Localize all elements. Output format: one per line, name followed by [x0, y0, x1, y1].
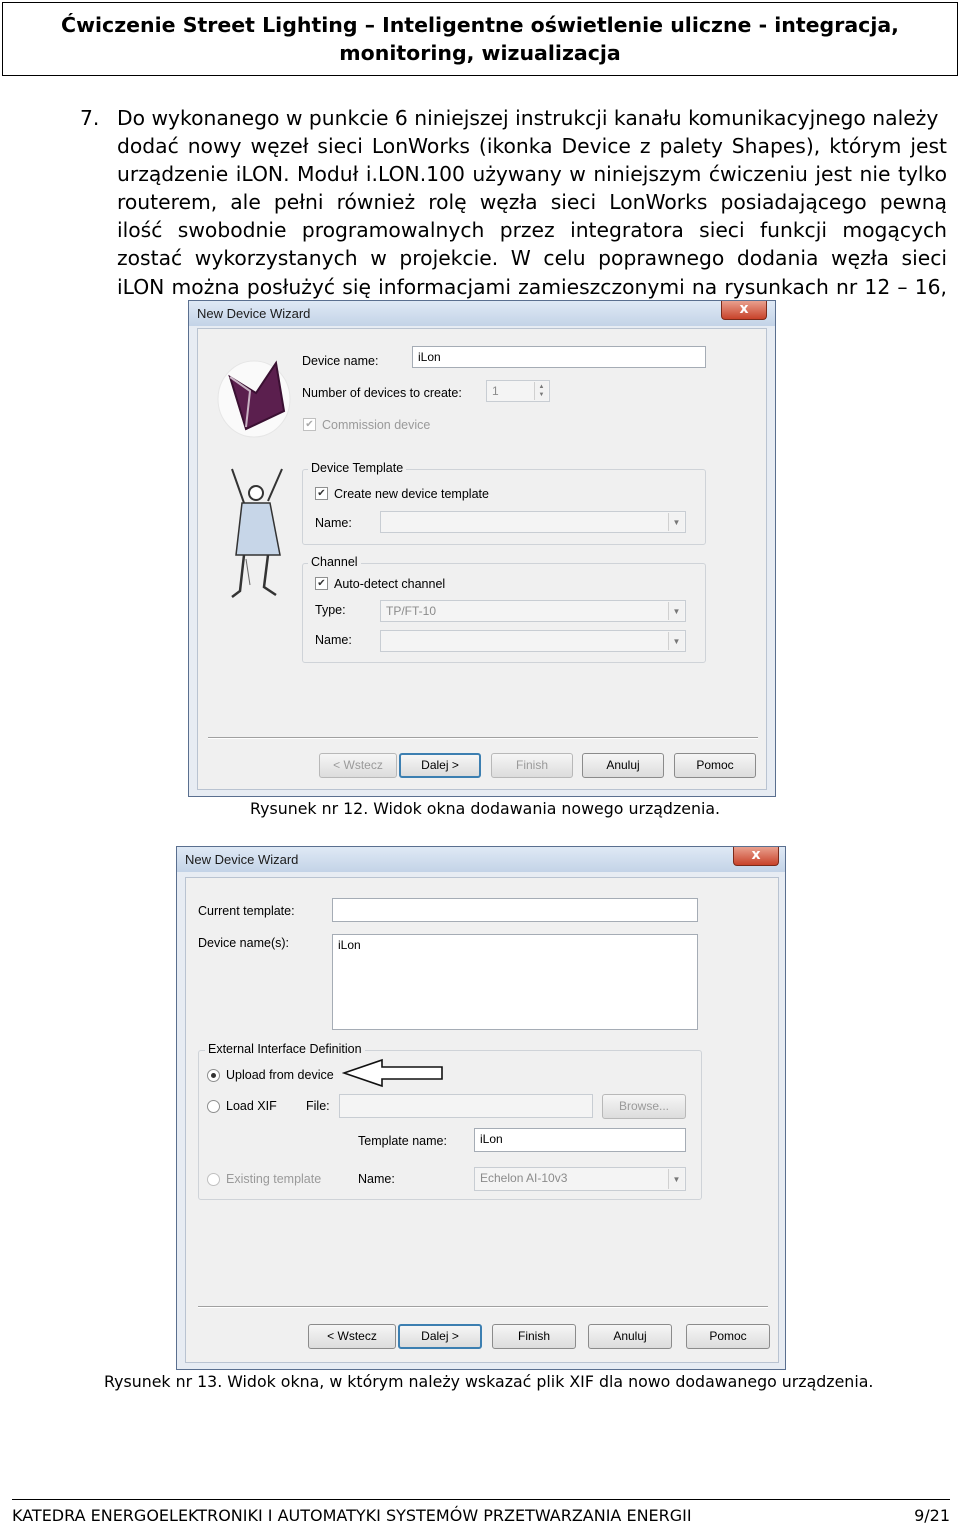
xif-group-title: External Interface Definition [205, 1042, 365, 1056]
xif-file-field[interactable] [339, 1094, 593, 1118]
create-template-label: Create new device template [334, 487, 489, 501]
num-devices-value: 1 [492, 384, 499, 398]
channel-type-dropdown[interactable]: TP/FT-10 ▼ [380, 600, 686, 622]
device-name-label: Device name: [302, 354, 379, 368]
chevron-down-icon[interactable]: ▼ [668, 602, 684, 620]
next-button[interactable]: Dalej > [398, 1324, 482, 1349]
help-button[interactable]: Pomoc [686, 1324, 770, 1349]
device-template-group [302, 469, 706, 545]
paragraph-line: iLON można posłużyć się informacjami zam… [117, 274, 947, 299]
chevron-down-icon[interactable]: ▼ [668, 1169, 684, 1189]
paragraph-line: dodać nowy węzeł sieci LonWorks (ikonka … [117, 134, 947, 159]
channel-type-value: TP/FT-10 [386, 604, 437, 618]
header-title-line2: monitoring, wizualizacja [339, 41, 621, 65]
paragraph-line: ilość swobodnie programowalnych przez in… [117, 218, 947, 243]
upload-from-device-radio[interactable] [207, 1069, 220, 1082]
template-name-label: Name: [315, 516, 352, 530]
finish-button[interactable]: Finish [492, 1324, 576, 1349]
current-template-field[interactable] [332, 898, 698, 922]
current-template-label: Current template: [198, 904, 295, 918]
cancel-button[interactable]: Anuluj [588, 1324, 672, 1349]
num-devices-stepper[interactable]: 1 ▲ ▼ [486, 380, 550, 402]
arrow-left-icon [342, 1058, 443, 1088]
browse-button[interactable]: Browse... [602, 1094, 686, 1119]
commission-device-checkbox[interactable]: ✔ [303, 418, 316, 431]
template-name-field[interactable]: iLon [474, 1128, 686, 1152]
page-header: Ćwiczenie Street Lighting – Inteligentne… [2, 2, 958, 76]
chevron-down-icon[interactable]: ▼ [668, 632, 684, 650]
existing-template-name-label: Name: [358, 1172, 395, 1186]
dialog-title: New Device Wizard [177, 847, 785, 872]
existing-template-label: Existing template [226, 1172, 322, 1186]
button-separator [198, 1306, 768, 1308]
create-template-checkbox[interactable]: ✔ [315, 487, 328, 500]
back-button[interactable]: < Wstecz [308, 1324, 396, 1349]
device-wizard-logo-icon [217, 360, 291, 438]
finish-button[interactable]: Finish [491, 753, 573, 778]
device-names-label: Device name(s): [198, 936, 289, 950]
header-title-line1: Ćwiczenie Street Lighting – Inteligentne… [61, 13, 899, 37]
new-device-wizard-xif-dialog: New Device Wizard x Current template: De… [176, 846, 786, 1370]
load-xif-radio[interactable] [207, 1100, 220, 1113]
chevron-down-icon[interactable]: ▼ [668, 513, 684, 531]
close-button[interactable]: x [721, 301, 767, 320]
instruction-paragraph: Do wykonanego w punkcie 6 niniejszej ins… [117, 104, 947, 301]
upload-from-device-label: Upload from device [226, 1068, 334, 1082]
page-footer: KATEDRA ENERGOELEKTRONIKI I AUTOMATYKI S… [12, 1499, 950, 1525]
dialog-client-area: Device name: iLon Number of devices to c… [197, 328, 767, 790]
paragraph-line: Do wykonanego w punkcie 6 niniejszej ins… [117, 106, 939, 130]
back-button[interactable]: < Wstecz [319, 753, 397, 778]
existing-template-dropdown[interactable]: Echelon AI-10v3 ▼ [474, 1167, 686, 1191]
device-template-group-title: Device Template [308, 461, 407, 475]
paragraph-line: zostać wykorzystanych w projekcie. W cel… [117, 246, 947, 271]
load-xif-label: Load XIF [226, 1099, 277, 1113]
channel-type-label: Type: [315, 603, 346, 617]
figure-12-caption: Rysunek nr 12. Widok okna dodawania nowe… [250, 799, 721, 818]
template-name-label: Template name: [358, 1134, 447, 1148]
template-name-dropdown[interactable]: ▼ [380, 511, 686, 533]
dialog-client-area: Current template: Device name(s): iLon E… [185, 877, 779, 1363]
cancel-button[interactable]: Anuluj [582, 753, 664, 778]
device-name-field[interactable]: iLon [412, 346, 706, 368]
file-label: File: [306, 1099, 330, 1113]
paragraph-line: urządzenie iLON. Moduł i.LON.100 używany… [117, 162, 947, 187]
autodetect-channel-checkbox[interactable]: ✔ [315, 577, 328, 590]
paragraph-number: 7. [80, 106, 100, 130]
new-device-wizard-dialog: New Device Wizard x Device name: iLon Nu… [188, 300, 776, 797]
channel-name-dropdown[interactable]: ▼ [380, 630, 686, 652]
figure-13-caption: Rysunek nr 13. Widok okna, w którym nale… [104, 1372, 874, 1391]
existing-template-value: Echelon AI-10v3 [480, 1171, 568, 1185]
paragraph-line: routerem, ale pełni również rolę węzła s… [117, 190, 947, 215]
autodetect-channel-label: Auto-detect channel [334, 577, 446, 591]
footer-department: KATEDRA ENERGOELEKTRONIKI I AUTOMATYKI S… [12, 1506, 692, 1525]
person-illustration-icon [231, 468, 283, 598]
device-names-textarea[interactable]: iLon [332, 934, 698, 1030]
spinner-arrows-icon[interactable]: ▲ ▼ [534, 382, 548, 400]
num-devices-label: Number of devices to create: [302, 386, 462, 400]
dialog-title: New Device Wizard [189, 301, 775, 326]
existing-template-radio[interactable] [207, 1173, 220, 1186]
commission-device-label: Commission device [322, 418, 431, 432]
help-button[interactable]: Pomoc [674, 753, 756, 778]
channel-group-title: Channel [308, 555, 361, 569]
channel-name-label: Name: [315, 633, 352, 647]
page-number: 9/21 [914, 1506, 950, 1525]
button-separator [208, 737, 758, 739]
close-button[interactable]: x [733, 847, 779, 866]
next-button[interactable]: Dalej > [399, 753, 481, 778]
